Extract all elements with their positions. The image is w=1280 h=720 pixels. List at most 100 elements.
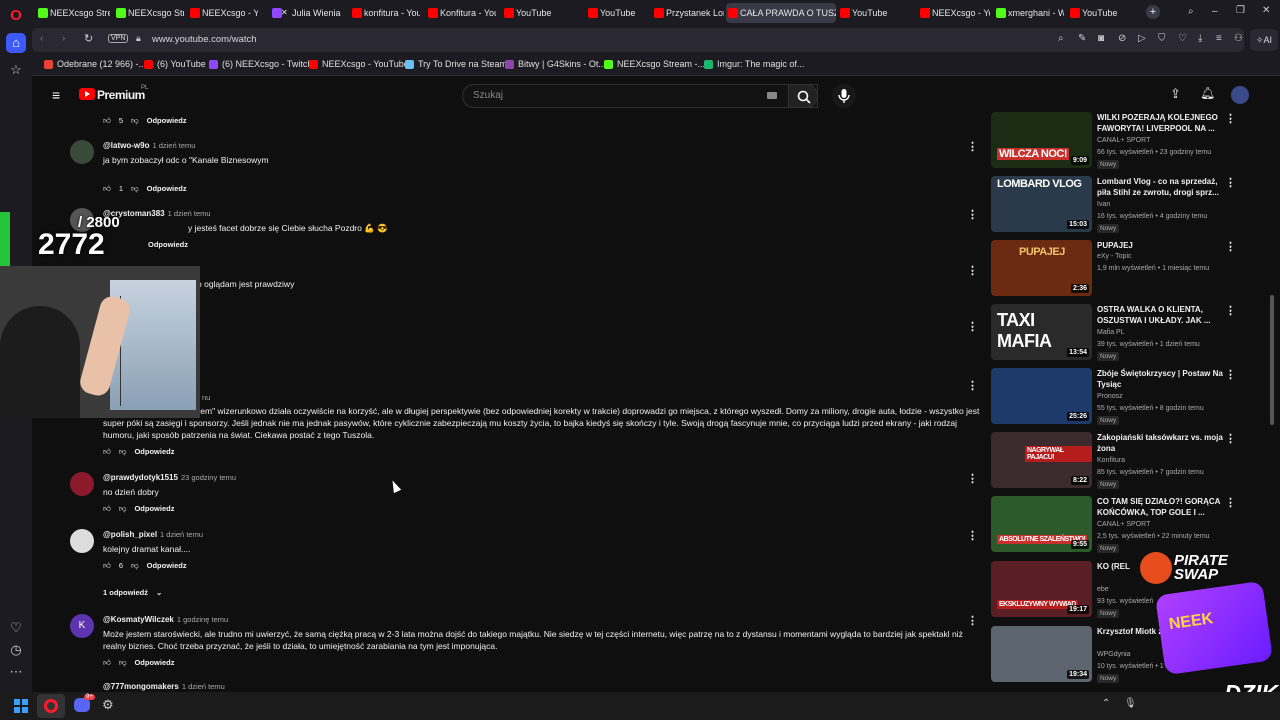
youtube-premium-logo[interactable]: Premium <box>97 88 145 102</box>
avatar[interactable]: K <box>70 614 94 638</box>
recommended-video[interactable]: LOMBARD VLOG 15:03 Lombard Vlog - co na s… <box>991 176 1241 234</box>
dislike-icon[interactable]: 👎︎ <box>131 116 139 126</box>
home-icon[interactable]: ⌂ <box>6 33 26 53</box>
avatar[interactable] <box>70 140 94 164</box>
like-icon[interactable]: 👍︎ <box>103 658 111 668</box>
reload-icon[interactable]: ↻ <box>84 32 93 45</box>
address-bar[interactable]: ‹ › ↻ VPN 🔒︎ www.youtube.com/watch ⌕ ✎ ◙… <box>32 28 1244 52</box>
lock-icon[interactable]: 🔒︎ <box>136 33 141 44</box>
tab[interactable]: NEEXcsgo Strea <box>114 3 184 23</box>
avatar[interactable] <box>70 529 94 553</box>
chevron-up-icon[interactable]: ⌃ <box>1102 698 1110 709</box>
tab[interactable]: xmerghani - W <box>994 3 1064 23</box>
url-text[interactable]: www.youtube.com/watch <box>152 34 257 45</box>
menu-icon[interactable]: ≡ <box>1216 33 1222 44</box>
bookmark[interactable]: NEEXcsgo Stream -... <box>604 59 705 69</box>
like-icon[interactable]: 👍︎ <box>103 447 111 457</box>
recommended-video[interactable]: 25:26 Zbóje Świętokrzyscy | Postaw Na Ty… <box>991 368 1241 426</box>
reply-button[interactable]: Odpowiedz <box>148 240 188 249</box>
recommended-video[interactable]: TAXI MAFIA 13:54 OSTRA WALKA O KLIENTA, O… <box>991 304 1241 362</box>
video-thumbnail[interactable]: TAXI MAFIA 13:54 <box>991 304 1092 360</box>
tab[interactable]: YouTube <box>502 3 568 23</box>
tab[interactable]: konfitura - YouT <box>350 3 420 23</box>
comment-author[interactable]: @777mongomakers 1 dzień temu <box>103 682 225 691</box>
more-options-icon[interactable]: ⋮ <box>1225 304 1236 317</box>
app-icon[interactable]: ⚙ <box>102 697 114 713</box>
reply-button[interactable]: Odpowiedz <box>134 447 174 456</box>
keyboard-icon[interactable] <box>767 92 777 99</box>
dislike-icon[interactable]: 👎︎ <box>119 504 127 514</box>
tab[interactable]: NEEXcsgo - You <box>188 3 258 23</box>
forward-icon[interactable]: › <box>62 33 65 44</box>
recommended-video[interactable]: PUPAJEJ 2:36 PUPAJEJ eXy - Topic 1,9 mln … <box>991 240 1241 298</box>
more-options-icon[interactable]: ⋮ <box>967 614 978 627</box>
shield-icon[interactable]: ⛉ <box>1158 33 1166 44</box>
more-options-icon[interactable]: ⋮ <box>967 320 978 333</box>
video-title[interactable]: Zakopiański taksówkarz vs. moja żona <box>1097 432 1225 454</box>
video-thumbnail[interactable]: EKSKLUZYWNY WYWIAD 19:17 <box>991 561 1092 617</box>
back-icon[interactable]: ‹ <box>40 33 43 44</box>
bookmark[interactable]: Odebrane (12 966) -... <box>44 59 146 69</box>
comment-author[interactable]: nu <box>199 393 210 402</box>
more-options-icon[interactable]: ⋮ <box>1225 432 1236 445</box>
comment-author[interactable]: @KosmatyWilczek 1 godzinę temu <box>103 615 228 624</box>
video-thumbnail[interactable]: NAGRYWAŁ PAJACU! 8:22 <box>991 432 1092 488</box>
dislike-icon[interactable]: 👎︎ <box>119 658 127 668</box>
video-title[interactable]: WILKI POZERAJĄ KOLEJNEGO FAWORYTA! LIVER… <box>1097 112 1225 134</box>
bookmark[interactable]: (6) NEEXcsgo - Twitch <box>209 59 312 69</box>
avatar[interactable] <box>70 472 94 496</box>
close-window-icon[interactable]: ✕ <box>1262 5 1270 16</box>
video-thumbnail[interactable]: ABSOLUTNE SZALEŃSTWO! 9:55 <box>991 496 1092 552</box>
recommended-video[interactable]: ABSOLUTNE SZALEŃSTWO! 9:55 CO TAM SIĘ DZI… <box>991 496 1241 554</box>
more-options-icon[interactable]: ⋮ <box>1225 496 1236 509</box>
opera-logo-icon[interactable]: O <box>6 6 26 26</box>
more-options-icon[interactable]: ⋮ <box>1225 368 1236 381</box>
more-icon[interactable]: ⋯ <box>6 662 26 682</box>
comment-author[interactable]: @latwo-w9o 1 dzień temu <box>103 141 195 150</box>
aria-ai-button[interactable]: ✧AI <box>1250 29 1278 51</box>
like-icon[interactable]: 👍︎ <box>103 116 111 126</box>
search-input[interactable]: Szukaj <box>462 84 818 108</box>
reply-button[interactable]: Odpowiedz <box>134 504 174 513</box>
youtube-logo-icon[interactable] <box>79 88 95 100</box>
video-thumbnail[interactable]: WILCZA NOC! 9:09 <box>991 112 1092 168</box>
replies-toggle[interactable]: 1 odpowiedź ⌄ <box>103 588 170 597</box>
vpn-badge[interactable]: VPN <box>108 34 129 43</box>
reply-button[interactable]: Odpowiedz <box>147 184 187 193</box>
search-button[interactable] <box>788 84 818 108</box>
video-thumbnail[interactable]: 25:26 <box>991 368 1092 424</box>
tab[interactable]: NEEXcsgo - Yo <box>918 3 990 23</box>
notifications-bell-icon[interactable]: 🔔︎ <box>1200 86 1215 100</box>
tab[interactable]: ✕ Julia Wienia <box>270 3 346 23</box>
dislike-icon[interactable]: 👎︎ <box>131 184 139 194</box>
heart-icon[interactable]: ♡ <box>6 618 26 638</box>
more-options-icon[interactable]: ⋮ <box>967 208 978 221</box>
more-options-icon[interactable]: ⋮ <box>967 140 978 153</box>
avatar[interactable] <box>1231 86 1249 104</box>
download-icon[interactable]: ⤓ <box>1198 33 1202 44</box>
discord-icon[interactable] <box>74 698 90 712</box>
tab-active[interactable]: CAŁA PRAWDA O TUSZOL <box>726 3 836 23</box>
channel-name[interactable]: Ivan <box>1097 201 1110 208</box>
bookmark[interactable]: Imgur: The magic of... <box>704 59 804 69</box>
minimize-icon[interactable]: – <box>1212 6 1218 17</box>
more-options-icon[interactable]: ⋮ <box>967 472 978 485</box>
new-tab-button[interactable]: + <box>1146 5 1160 19</box>
maximize-icon[interactable]: ❐ <box>1236 5 1245 16</box>
like-icon[interactable]: 👍︎ <box>103 504 111 514</box>
microphone-icon[interactable]: 🎙︎ <box>1124 698 1137 709</box>
reply-button[interactable]: Odpowiedz <box>147 116 187 125</box>
channel-name[interactable]: ebe <box>1097 586 1109 593</box>
hamburger-menu-icon[interactable]: ≡ <box>52 87 60 103</box>
tab[interactable]: Przystanek Lon <box>652 3 724 23</box>
channel-name[interactable]: Pronosz <box>1097 393 1123 400</box>
video-thumbnail[interactable]: PUPAJEJ 2:36 <box>991 240 1092 296</box>
profile-icon[interactable]: ⚇ <box>1234 33 1243 44</box>
voice-search-button[interactable] <box>832 84 856 108</box>
more-options-icon[interactable]: ⋮ <box>1225 240 1236 253</box>
like-icon[interactable]: 👍︎ <box>103 561 111 571</box>
video-title[interactable]: OSTRA WALKA O KLIENTA, OSZUSTWA I UKŁADY… <box>1097 304 1225 326</box>
more-options-icon[interactable]: ⋮ <box>1225 176 1236 189</box>
play-icon[interactable]: ▷ <box>1138 33 1146 44</box>
more-options-icon[interactable]: ⋮ <box>967 529 978 542</box>
